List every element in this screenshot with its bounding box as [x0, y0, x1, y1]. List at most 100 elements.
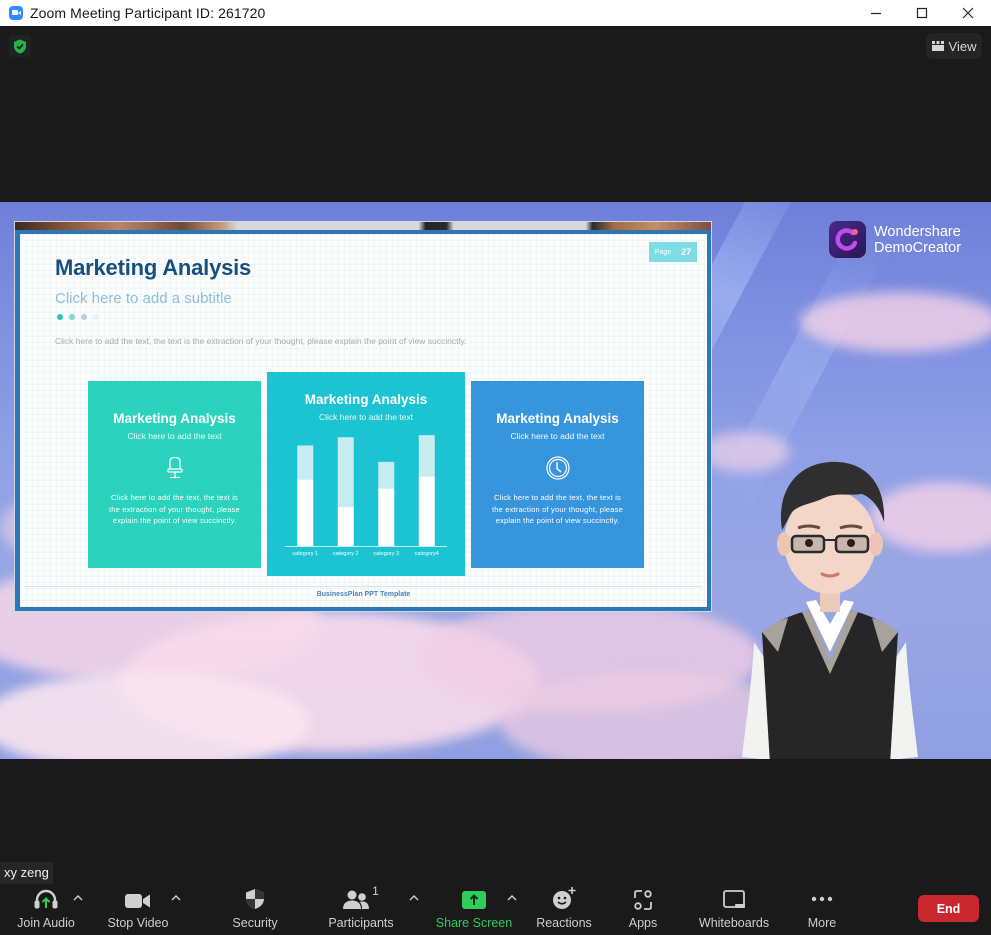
whiteboard-icon	[723, 890, 745, 908]
bar-lower-3	[378, 488, 395, 546]
more-button[interactable]: More	[801, 884, 843, 934]
grid-view-icon	[931, 41, 944, 51]
bar-upper-2	[337, 437, 354, 508]
security-button[interactable]: Security	[221, 884, 289, 934]
page-number: 27	[681, 247, 692, 257]
view-button[interactable]: View	[926, 33, 982, 59]
chevron-up-icon	[507, 895, 517, 901]
reactions-label: Reactions	[536, 916, 592, 930]
stop-video-label: Stop Video	[107, 916, 169, 930]
stop-video-button[interactable]: Stop Video	[104, 884, 172, 934]
encryption-status-button[interactable]	[9, 35, 31, 57]
apps-button[interactable]: Apps	[620, 884, 666, 934]
meeting-window: View Page 27 Marketing Analysis Click he…	[0, 26, 991, 935]
bar-lower-2	[337, 507, 354, 546]
view-button-label: View	[948, 38, 977, 54]
slide-body-text: Click here to add the text, the text is …	[55, 336, 467, 346]
dot	[93, 314, 99, 320]
join-audio-button[interactable]: Join Audio	[12, 884, 80, 934]
card-chart: Marketing Analysis Click here to add the…	[267, 372, 465, 576]
maximize-button[interactable]	[899, 0, 945, 26]
bar-upper-3	[378, 461, 395, 489]
x-tick-label: category 3	[373, 551, 399, 557]
reactions-button[interactable]: Reactions	[531, 884, 597, 934]
meeting-toolbar: xy zeng Join Audio Stop Video Security 1…	[0, 860, 991, 935]
democreator-logo-icon	[829, 221, 866, 258]
video-options-caret[interactable]	[169, 893, 183, 903]
more-icon	[811, 896, 833, 902]
page-label: Page	[654, 248, 672, 256]
bar-upper-1	[297, 445, 314, 480]
join-audio-label: Join Audio	[17, 916, 75, 930]
slide-footer: BusinessPlan PPT Template	[316, 591, 411, 598]
footer-divider	[25, 586, 702, 587]
apps-label: Apps	[628, 916, 658, 930]
x-tick-label: category4	[415, 551, 439, 557]
cloud	[800, 292, 991, 352]
security-label: Security	[232, 916, 278, 930]
participants-icon	[343, 890, 370, 909]
watermark-line1: Wondershare	[874, 223, 961, 240]
card-title: Marketing Analysis	[113, 411, 236, 426]
card-right: Marketing Analysis Click here to add the…	[471, 381, 644, 568]
window-title: Zoom Meeting Participant ID: 261720	[30, 5, 266, 21]
chevron-up-icon	[171, 895, 181, 901]
x-tick-label: category 1	[292, 551, 318, 557]
decorative-dots	[57, 314, 99, 320]
stacked-bar-chart: category 1 category 2 category 3 category4	[285, 435, 447, 557]
shield-icon	[246, 889, 264, 909]
participants-options-caret[interactable]	[407, 893, 421, 903]
dot	[69, 314, 75, 320]
participant-name-tag: xy zeng	[0, 862, 53, 884]
card-title: Marketing Analysis	[304, 392, 428, 407]
share-screen-button[interactable]: Share Screen	[436, 884, 512, 934]
audio-options-caret[interactable]	[71, 893, 85, 903]
participants-button[interactable]: 1 Participants	[322, 884, 400, 934]
more-label: More	[807, 916, 837, 930]
card-subtitle: Click here to add the text	[318, 412, 414, 422]
chevron-up-icon	[409, 895, 419, 901]
maximize-icon	[916, 7, 928, 19]
slide-subtitle: Click here to add a subtitle	[55, 290, 232, 307]
close-button[interactable]	[945, 0, 991, 26]
close-icon	[962, 7, 974, 19]
presentation-slide: Page 27 Marketing Analysis Click here to…	[20, 234, 707, 607]
headphones-icon	[34, 889, 58, 909]
participants-label: Participants	[328, 916, 394, 930]
card-body: Click here to add the text, the text is …	[108, 493, 240, 525]
apps-icon	[634, 890, 652, 910]
page-badge: Page 27	[649, 242, 697, 262]
minimize-icon	[871, 12, 881, 15]
end-meeting-button[interactable]: End	[918, 895, 979, 922]
x-tick-label: category 2	[333, 551, 359, 557]
dot	[57, 314, 63, 320]
card-subtitle: Click here to add the text	[127, 431, 222, 441]
whiteboards-label: Whiteboards	[698, 916, 770, 930]
whiteboards-button[interactable]: Whiteboards	[696, 884, 772, 934]
slide-title: Marketing Analysis	[55, 255, 252, 280]
office-chair-icon	[163, 456, 187, 480]
slide-header-photo-strip	[15, 222, 711, 230]
participant-avatar	[742, 461, 918, 759]
bar-upper-4	[418, 435, 435, 477]
minimize-button[interactable]	[853, 0, 899, 26]
bar-lower-1	[297, 479, 314, 546]
card-left: Marketing Analysis Click here to add the…	[88, 381, 261, 568]
share-screen-icon	[462, 891, 486, 909]
clock-icon	[545, 456, 570, 480]
share-options-caret[interactable]	[505, 893, 519, 903]
democreator-watermark: Wondershare DemoCreator	[829, 221, 961, 258]
card-subtitle: Click here to add the text	[510, 431, 605, 441]
card-title: Marketing Analysis	[496, 411, 619, 426]
participant-count: 1	[372, 884, 379, 898]
dot	[81, 314, 87, 320]
card-body: Click here to add the text, the text is …	[491, 493, 623, 525]
chevron-up-icon	[73, 895, 83, 901]
bar-lower-4	[418, 476, 435, 546]
watermark-line2: DemoCreator	[874, 239, 962, 256]
share-screen-label: Share Screen	[435, 916, 513, 930]
video-camera-icon	[125, 894, 150, 908]
shield-check-icon	[14, 39, 26, 53]
reactions-icon	[553, 887, 576, 909]
presentation-slide-frame: Page 27 Marketing Analysis Click here to…	[14, 221, 712, 612]
